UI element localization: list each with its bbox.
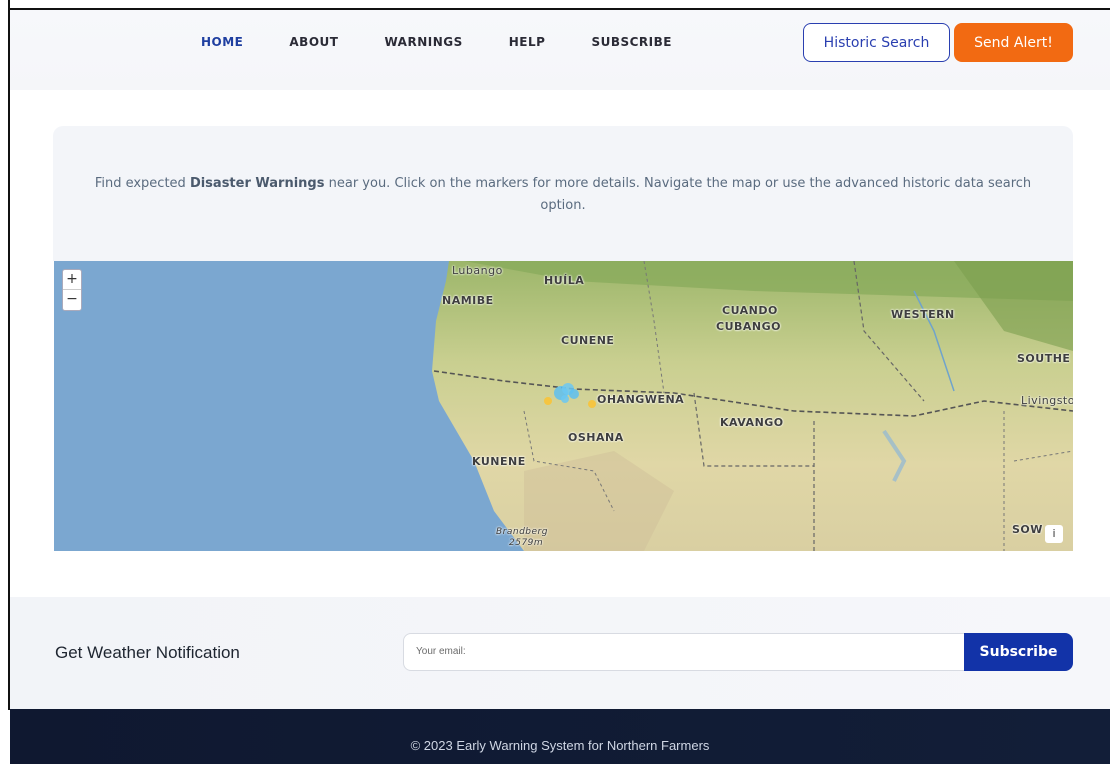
intro-prefix: Find expected	[94, 176, 190, 191]
nav-subscribe[interactable]: SUBSCRIBE	[591, 35, 672, 49]
intro-text: Find expected Disaster Warnings near you…	[93, 173, 1033, 217]
map-label-huila: HUÍLA	[544, 274, 585, 287]
footer: © 2023 Early Warning System for Northern…	[10, 709, 1110, 764]
map-label-cuando: CUANDO	[722, 304, 778, 317]
map-label-cunene: CUNENE	[561, 334, 615, 347]
map-label-cubango: CUBANGO	[716, 320, 781, 333]
nav-help[interactable]: HELP	[509, 35, 546, 49]
map-label-brandberg-height: 2579m	[509, 538, 544, 548]
map-label-lubango: Lubango	[452, 264, 503, 277]
map-label-western: WESTERN	[891, 308, 955, 321]
intro-card: Find expected Disaster Warnings near you…	[53, 126, 1073, 261]
map-label-kunene: KUNENE	[472, 455, 526, 468]
map-label-southe: SOUTHE	[1017, 352, 1071, 365]
window-frame-top	[0, 0, 1110, 10]
zoom-out-button[interactable]: −	[63, 290, 81, 310]
window-frame-left	[0, 0, 10, 710]
intro-highlight: Disaster Warnings	[189, 176, 325, 191]
map-label-oshana: OSHANA	[568, 431, 624, 444]
send-alert-button[interactable]: Send Alert!	[954, 23, 1073, 62]
notification-title: Get Weather Notification	[55, 643, 240, 662]
zoom-in-button[interactable]: +	[63, 270, 81, 290]
map-label-namibe: NAMIBE	[442, 294, 494, 307]
intro-suffix: near you. Click on the markers for more …	[324, 176, 1032, 213]
nav-warnings[interactable]: WARNINGS	[384, 35, 462, 49]
nav-about[interactable]: ABOUT	[289, 35, 338, 49]
top-navbar: HOME ABOUT WARNINGS HELP SUBSCRIBE Histo…	[10, 10, 1110, 90]
map-label-brandberg: Brandberg	[496, 527, 548, 537]
map-zoom-control: + −	[62, 269, 82, 311]
main-nav: HOME ABOUT WARNINGS HELP SUBSCRIBE	[201, 35, 718, 49]
map-label-sow: SOW	[1012, 523, 1043, 536]
map-label-ohangwena: OHANGWENA	[597, 393, 685, 406]
email-input[interactable]: Your email:	[403, 633, 965, 671]
map-info-button[interactable]: i	[1045, 525, 1063, 543]
historic-search-button[interactable]: Historic Search	[803, 23, 950, 62]
warnings-map[interactable]: + − Lubango HUÍLA NAMIBE CUANDO CUBANGO …	[54, 261, 1073, 551]
map-label-kavango: KAVANGO	[720, 416, 784, 429]
footer-copyright: © 2023 Early Warning System for Northern…	[410, 738, 710, 753]
map-label-livingston: Livingston	[1021, 394, 1073, 407]
notification-section: Get Weather Notification Your email: Sub…	[10, 597, 1110, 709]
map-terrain	[54, 261, 1073, 551]
nav-home[interactable]: HOME	[201, 35, 243, 49]
subscribe-button[interactable]: Subscribe	[964, 633, 1073, 671]
